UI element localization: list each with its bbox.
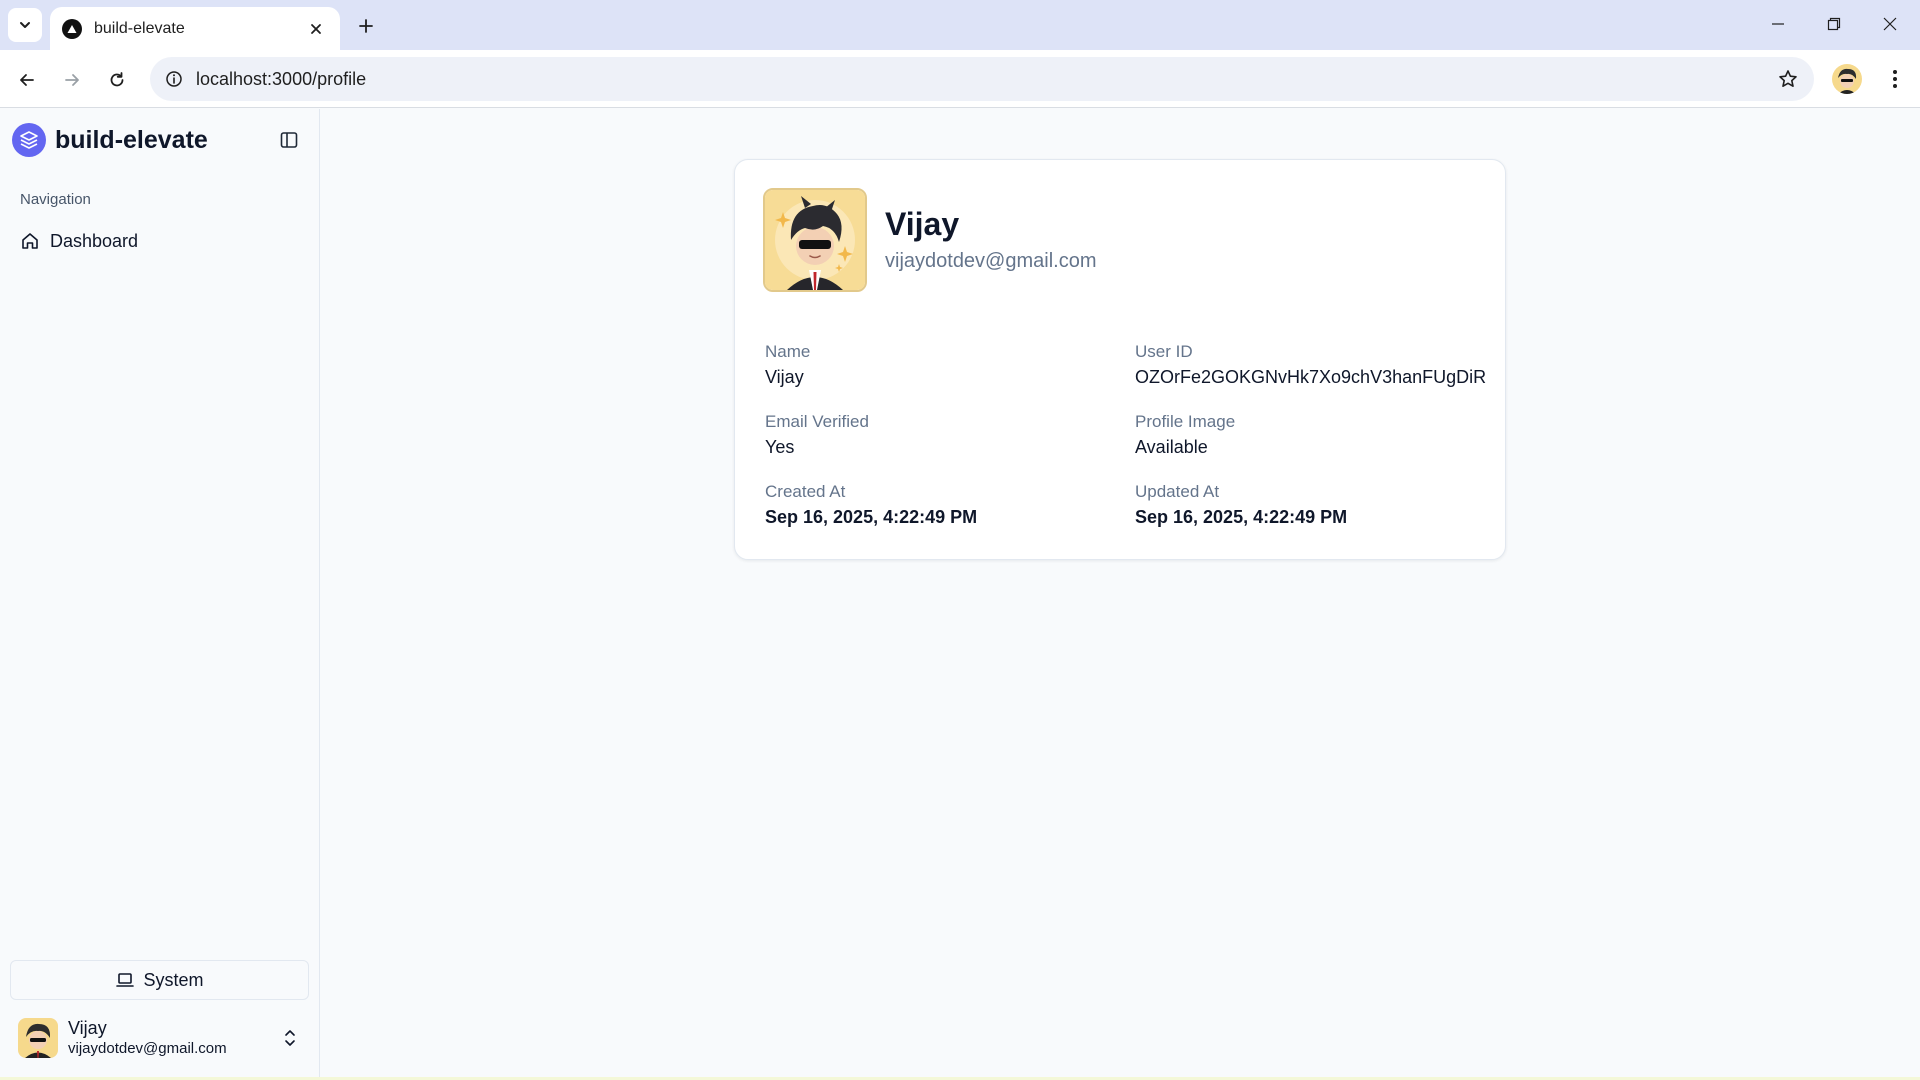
field-label: Name (765, 342, 811, 361)
profile-email: vijaydotdev@gmail.com (885, 250, 1097, 272)
field-label: Email Verified (765, 412, 869, 431)
tab-title: build-elevate (94, 19, 185, 37)
site-info-icon[interactable] (152, 57, 196, 101)
brand-name: build-elevate (55, 125, 208, 154)
field-profile-image: Profile Image Available (1135, 410, 1235, 460)
field-value: Vijay (765, 367, 804, 387)
field-created-at: Created At Sep 16, 2025, 4:22:49 PM (765, 480, 977, 530)
url-text[interactable]: localhost:3000/profile (196, 69, 366, 90)
theme-label: System (143, 969, 204, 990)
close-window-button[interactable] (1862, 0, 1918, 48)
field-label: Updated At (1135, 482, 1220, 501)
close-icon (311, 23, 321, 34)
theme-toggle-button[interactable]: System (10, 960, 309, 1000)
user-name: Vijay (68, 1018, 107, 1038)
field-value: OZOrFe2GOKGNvHk7Xo9chV3hanFUgDiR (1135, 367, 1487, 387)
arrow-left-icon (20, 74, 34, 86)
profile-card: Vijay vijaydotdev@gmail.com Name Vijay U… (734, 159, 1506, 560)
back-button[interactable] (10, 63, 44, 97)
home-icon (20, 231, 40, 251)
app-favicon-icon (62, 18, 82, 39)
sidebar-item-label: Dashboard (50, 230, 139, 251)
close-icon (1883, 17, 1897, 31)
tab-close-button[interactable] (304, 17, 328, 41)
nav-group-label: Navigation (20, 191, 91, 208)
panel-left-icon (280, 132, 298, 148)
field-label: Profile Image (1135, 412, 1236, 431)
forward-button[interactable] (55, 63, 89, 97)
sidebar-toggle-button[interactable] (276, 127, 302, 153)
bookmark-star-icon[interactable] (1776, 67, 1800, 91)
chevrons-up-down-icon (278, 1026, 302, 1050)
restore-button[interactable] (1806, 0, 1862, 48)
browser-tab-bar: build-elevate (0, 0, 1920, 50)
browser-toolbar: localhost:3000/profile (0, 50, 1920, 108)
profile-avatar (763, 188, 867, 292)
field-user-id: User ID OZOrFe2GOKGNvHk7Xo9chV3hanFUgDiR (1135, 340, 1486, 390)
plus-icon (359, 19, 373, 33)
field-value: Sep 16, 2025, 4:22:49 PM (765, 507, 978, 527)
minimize-icon (1772, 23, 1784, 25)
layers-logo-icon (12, 123, 46, 157)
field-label: Created At (765, 482, 846, 501)
browser-menu-button[interactable] (1880, 64, 1910, 94)
user-menu-button[interactable]: Vijay vijaydotdev@gmail.com (10, 1007, 310, 1069)
address-bar[interactable]: localhost:3000/profile (150, 57, 1814, 101)
minimize-button[interactable] (1750, 0, 1806, 48)
sidebar: build-elevate Navigation Dashboard Syste… (0, 109, 320, 1080)
browser-tab[interactable]: build-elevate (50, 7, 340, 50)
new-tab-button[interactable] (350, 10, 382, 42)
tab-search-button[interactable] (8, 8, 42, 42)
field-value: Sep 16, 2025, 4:22:49 PM (1135, 507, 1348, 527)
field-email-verified: Email Verified Yes (765, 410, 869, 460)
browser-profile-avatar[interactable] (1832, 64, 1862, 94)
reload-icon (110, 72, 124, 87)
field-label: User ID (1135, 342, 1193, 361)
user-email: vijaydotdev@gmail.com (68, 1040, 227, 1057)
laptop-icon (115, 970, 135, 990)
more-vertical-icon (1893, 70, 1897, 88)
field-updated-at: Updated At Sep 16, 2025, 4:22:49 PM (1135, 480, 1347, 530)
restore-icon (1827, 17, 1841, 31)
sidebar-item-dashboard[interactable]: Dashboard (10, 223, 310, 259)
brand[interactable]: build-elevate (12, 123, 208, 157)
field-value: Available (1135, 437, 1208, 457)
arrow-right-icon (65, 74, 79, 86)
reload-button[interactable] (100, 63, 134, 97)
profile-name: Vijay (885, 206, 960, 242)
field-name: Name Vijay (765, 340, 810, 390)
field-value: Yes (765, 437, 795, 457)
chevron-down-icon (20, 22, 30, 28)
avatar (18, 1018, 58, 1058)
